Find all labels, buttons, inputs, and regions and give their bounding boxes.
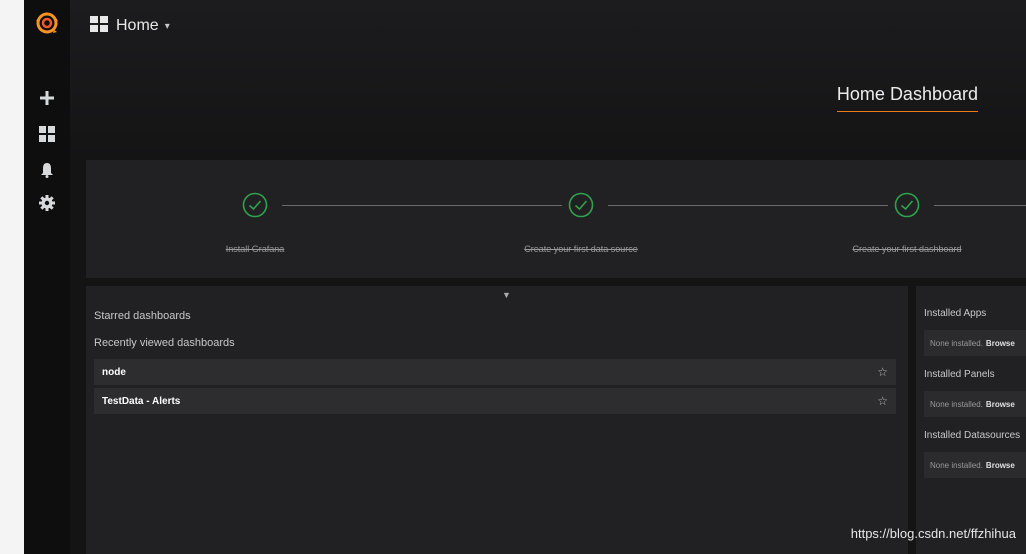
window-gutter xyxy=(0,0,24,554)
none-installed-text: None installed. xyxy=(930,399,983,409)
dashboard-list-panel: ▼ Starred dashboards Recently viewed das… xyxy=(86,286,908,554)
page-title: Home Dashboard xyxy=(836,84,978,112)
none-installed-text: None installed. xyxy=(930,338,983,348)
installed-datasources-box: None installed. Browse xyxy=(924,452,1026,478)
grafana-logo-icon[interactable] xyxy=(34,10,60,36)
step-create-dashboard[interactable]: Create your first dashboard xyxy=(852,244,961,254)
app-window: Home ▾ Home Dashboard Install Grafana Cr… xyxy=(0,0,1026,554)
list-item[interactable]: TestData - Alerts ☆ xyxy=(94,388,896,414)
getting-started-panel: Install Grafana Create your first data s… xyxy=(86,160,1026,278)
starred-dashboards-heading: Starred dashboards xyxy=(94,310,191,322)
step-connector xyxy=(282,205,562,206)
step-install-grafana[interactable]: Install Grafana xyxy=(226,244,285,254)
recent-dashboards-heading: Recently viewed dashboards xyxy=(94,337,235,349)
dashboards-grid-icon xyxy=(90,15,108,37)
dashboard-picker-title: Home xyxy=(116,17,159,34)
step-connector xyxy=(608,205,888,206)
browse-link[interactable]: Browse xyxy=(986,400,1015,409)
installed-panels-box: None installed. Browse xyxy=(924,391,1026,417)
step-connector xyxy=(934,205,1026,206)
check-circle-icon xyxy=(894,192,920,218)
browse-link[interactable]: Browse xyxy=(986,461,1015,470)
gear-icon[interactable] xyxy=(37,193,57,213)
dashboard-name: node xyxy=(102,366,126,378)
list-item[interactable]: node ☆ xyxy=(94,359,896,385)
dashboards-grid-icon[interactable] xyxy=(37,124,57,144)
installed-panels-heading: Installed Panels xyxy=(924,369,995,380)
chevron-down-icon: ▾ xyxy=(164,20,170,32)
check-circle-icon xyxy=(242,192,268,218)
watermark: https://blog.csdn.net/ffzhihua xyxy=(850,526,1016,541)
step-create-data-source[interactable]: Create your first data source xyxy=(524,244,638,254)
main-content: Home ▾ Home Dashboard Install Grafana Cr… xyxy=(70,0,1026,554)
chevron-down-icon[interactable]: ▼ xyxy=(502,290,511,300)
browse-link[interactable]: Browse xyxy=(986,339,1015,348)
plus-icon[interactable] xyxy=(37,88,57,108)
none-installed-text: None installed. xyxy=(930,460,983,470)
dashboard-name: TestData - Alerts xyxy=(102,395,181,407)
bell-icon[interactable] xyxy=(37,160,57,180)
sidebar xyxy=(24,0,70,554)
star-icon[interactable]: ☆ xyxy=(877,365,888,379)
dashboard-picker[interactable]: Home ▾ xyxy=(90,14,170,38)
installed-apps-box: None installed. Browse xyxy=(924,330,1026,356)
installed-datasources-heading: Installed Datasources xyxy=(924,430,1021,441)
star-icon[interactable]: ☆ xyxy=(877,394,888,408)
plugins-panel: Installed Apps None installed. Browse In… xyxy=(916,286,1026,554)
check-circle-icon xyxy=(568,192,594,218)
installed-apps-heading: Installed Apps xyxy=(924,308,987,319)
